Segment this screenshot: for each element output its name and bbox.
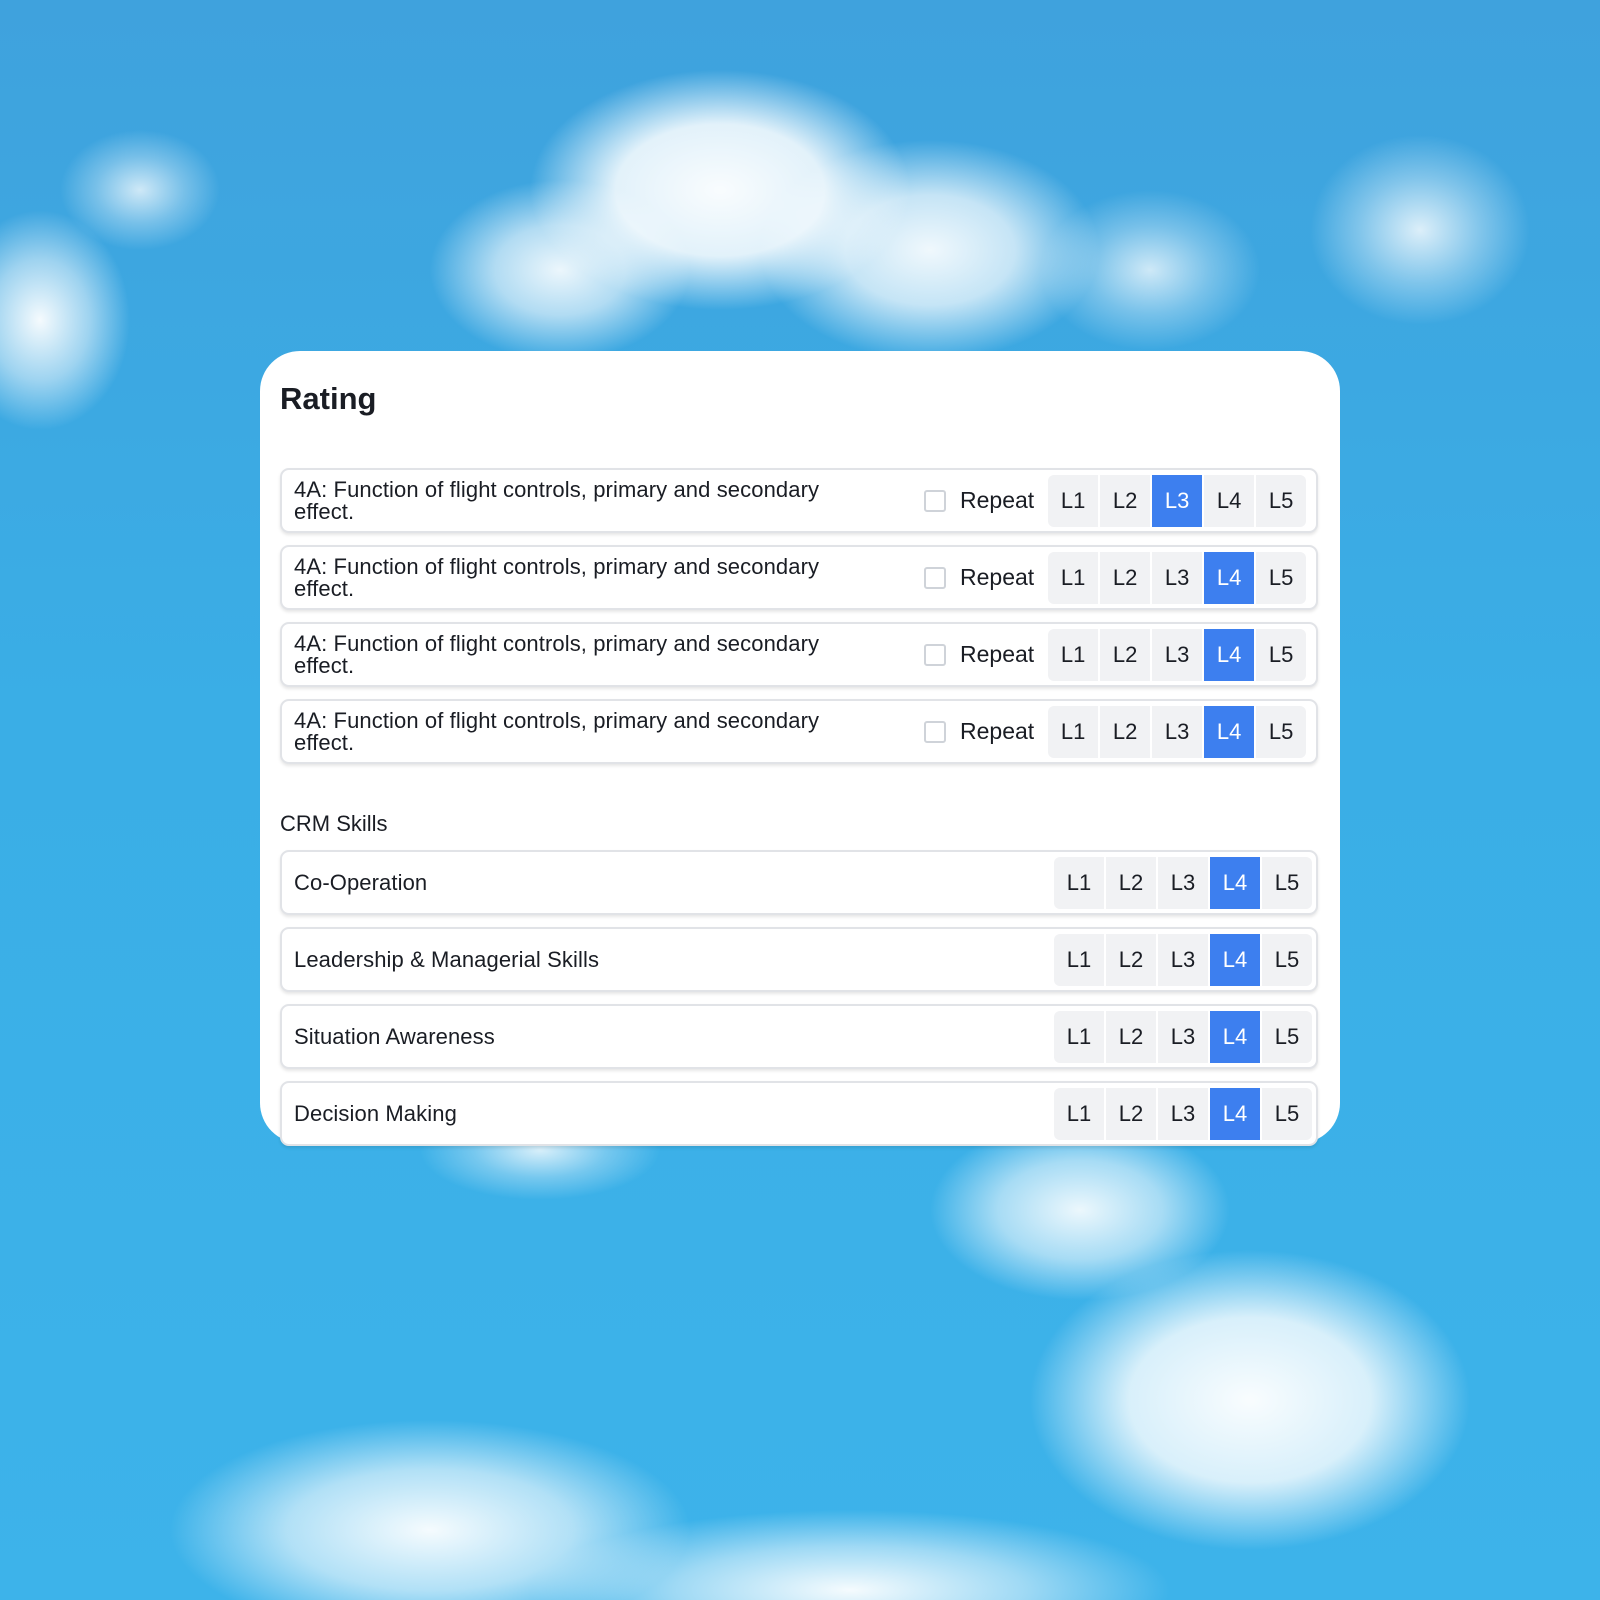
crm-skill-row: Co-Operation L1 L2 L3 L4 L5 [280, 850, 1318, 915]
competency-list: 4A: Function of flight controls, primary… [280, 468, 1318, 764]
crm-skill-label: Situation Awareness [294, 1023, 495, 1049]
repeat-checkbox[interactable] [924, 720, 946, 743]
level-button-l3[interactable]: L3 [1152, 474, 1205, 527]
level-button-l4[interactable]: L4 [1204, 551, 1257, 604]
level-button-l2[interactable]: L2 [1100, 551, 1153, 604]
level-selector: L1 L2 L3 L4 L5 [1054, 856, 1312, 909]
competency-row: 4A: Function of flight controls, primary… [280, 545, 1318, 610]
level-button-l1[interactable]: L1 [1054, 1087, 1106, 1140]
level-selector: L1 L2 L3 L4 L5 [1048, 474, 1307, 527]
competency-label: 4A: Function of flight controls, primary… [294, 630, 820, 678]
level-button-l4[interactable]: L4 [1210, 1010, 1262, 1063]
repeat-label: Repeat [960, 487, 1035, 513]
level-button-l2[interactable]: L2 [1106, 856, 1158, 909]
crm-skill-row: Leadership & Managerial Skills L1 L2 L3 … [280, 927, 1318, 992]
level-button-l1[interactable]: L1 [1054, 1010, 1106, 1063]
level-button-l2[interactable]: L2 [1100, 628, 1153, 681]
competency-label: 4A: Function of flight controls, primary… [294, 707, 820, 755]
level-button-l3[interactable]: L3 [1158, 933, 1210, 986]
level-button-l3[interactable]: L3 [1152, 551, 1205, 604]
level-selector: L1 L2 L3 L4 L5 [1054, 1010, 1312, 1063]
level-button-l1[interactable]: L1 [1054, 933, 1106, 986]
rating-card: Rating 4A: Function of flight controls, … [260, 351, 1340, 1146]
level-selector: L1 L2 L3 L4 L5 [1048, 705, 1307, 758]
competency-row: 4A: Function of flight controls, primary… [280, 699, 1318, 764]
repeat-checkbox[interactable] [924, 566, 946, 589]
crm-skill-label: Decision Making [294, 1100, 457, 1126]
repeat-checkbox[interactable] [924, 643, 946, 666]
level-button-l4[interactable]: L4 [1210, 933, 1262, 986]
level-button-l2[interactable]: L2 [1106, 1010, 1158, 1063]
level-button-l5[interactable]: L5 [1256, 705, 1307, 758]
competency-label: 4A: Function of flight controls, primary… [294, 476, 820, 524]
level-button-l2[interactable]: L2 [1106, 1087, 1158, 1140]
level-button-l5[interactable]: L5 [1262, 933, 1312, 986]
level-button-l5[interactable]: L5 [1256, 551, 1307, 604]
level-button-l3[interactable]: L3 [1158, 1087, 1210, 1140]
competency-row: 4A: Function of flight controls, primary… [280, 468, 1318, 533]
crm-skill-label: Co-Operation [294, 869, 428, 895]
repeat-control[interactable]: Repeat [924, 487, 1034, 514]
crm-skills-heading: CRM Skills [280, 811, 388, 836]
repeat-label: Repeat [960, 564, 1035, 590]
crm-skill-row: Situation Awareness L1 L2 L3 L4 L5 [280, 1004, 1318, 1069]
level-button-l1[interactable]: L1 [1054, 856, 1106, 909]
competency-label: 4A: Function of flight controls, primary… [294, 553, 820, 601]
level-button-l3[interactable]: L3 [1152, 705, 1205, 758]
level-button-l3[interactable]: L3 [1158, 1010, 1210, 1063]
level-selector: L1 L2 L3 L4 L5 [1048, 551, 1307, 604]
level-button-l4[interactable]: L4 [1210, 1087, 1262, 1140]
repeat-label: Repeat [960, 641, 1035, 667]
level-button-l2[interactable]: L2 [1100, 705, 1153, 758]
crm-skills-list: Co-Operation L1 L2 L3 L4 L5 Leadership &… [280, 850, 1318, 1146]
level-button-l4[interactable]: L4 [1204, 474, 1257, 527]
level-button-l1[interactable]: L1 [1048, 551, 1101, 604]
repeat-control[interactable]: Repeat [924, 564, 1034, 591]
level-button-l1[interactable]: L1 [1048, 628, 1101, 681]
repeat-control[interactable]: Repeat [924, 718, 1034, 745]
level-selector: L1 L2 L3 L4 L5 [1048, 628, 1307, 681]
level-button-l5[interactable]: L5 [1262, 1010, 1312, 1063]
crm-skill-row: Decision Making L1 L2 L3 L4 L5 [280, 1081, 1318, 1146]
crm-skill-label: Leadership & Managerial Skills [294, 946, 600, 972]
competency-row: 4A: Function of flight controls, primary… [280, 622, 1318, 687]
level-button-l2[interactable]: L2 [1106, 933, 1158, 986]
level-button-l1[interactable]: L1 [1048, 474, 1101, 527]
card-title: Rating [280, 381, 377, 416]
level-button-l5[interactable]: L5 [1256, 628, 1307, 681]
level-button-l3[interactable]: L3 [1152, 628, 1205, 681]
level-button-l1[interactable]: L1 [1048, 705, 1101, 758]
level-button-l4[interactable]: L4 [1204, 628, 1257, 681]
level-button-l5[interactable]: L5 [1256, 474, 1307, 527]
level-button-l3[interactable]: L3 [1158, 856, 1210, 909]
repeat-label: Repeat [960, 718, 1035, 744]
repeat-control[interactable]: Repeat [924, 641, 1034, 668]
level-button-l2[interactable]: L2 [1100, 474, 1153, 527]
level-button-l5[interactable]: L5 [1262, 856, 1312, 909]
level-selector: L1 L2 L3 L4 L5 [1054, 1087, 1312, 1140]
level-button-l5[interactable]: L5 [1262, 1087, 1312, 1140]
repeat-checkbox[interactable] [924, 489, 946, 512]
level-selector: L1 L2 L3 L4 L5 [1054, 933, 1312, 986]
level-button-l4[interactable]: L4 [1210, 856, 1262, 909]
level-button-l4[interactable]: L4 [1204, 705, 1257, 758]
